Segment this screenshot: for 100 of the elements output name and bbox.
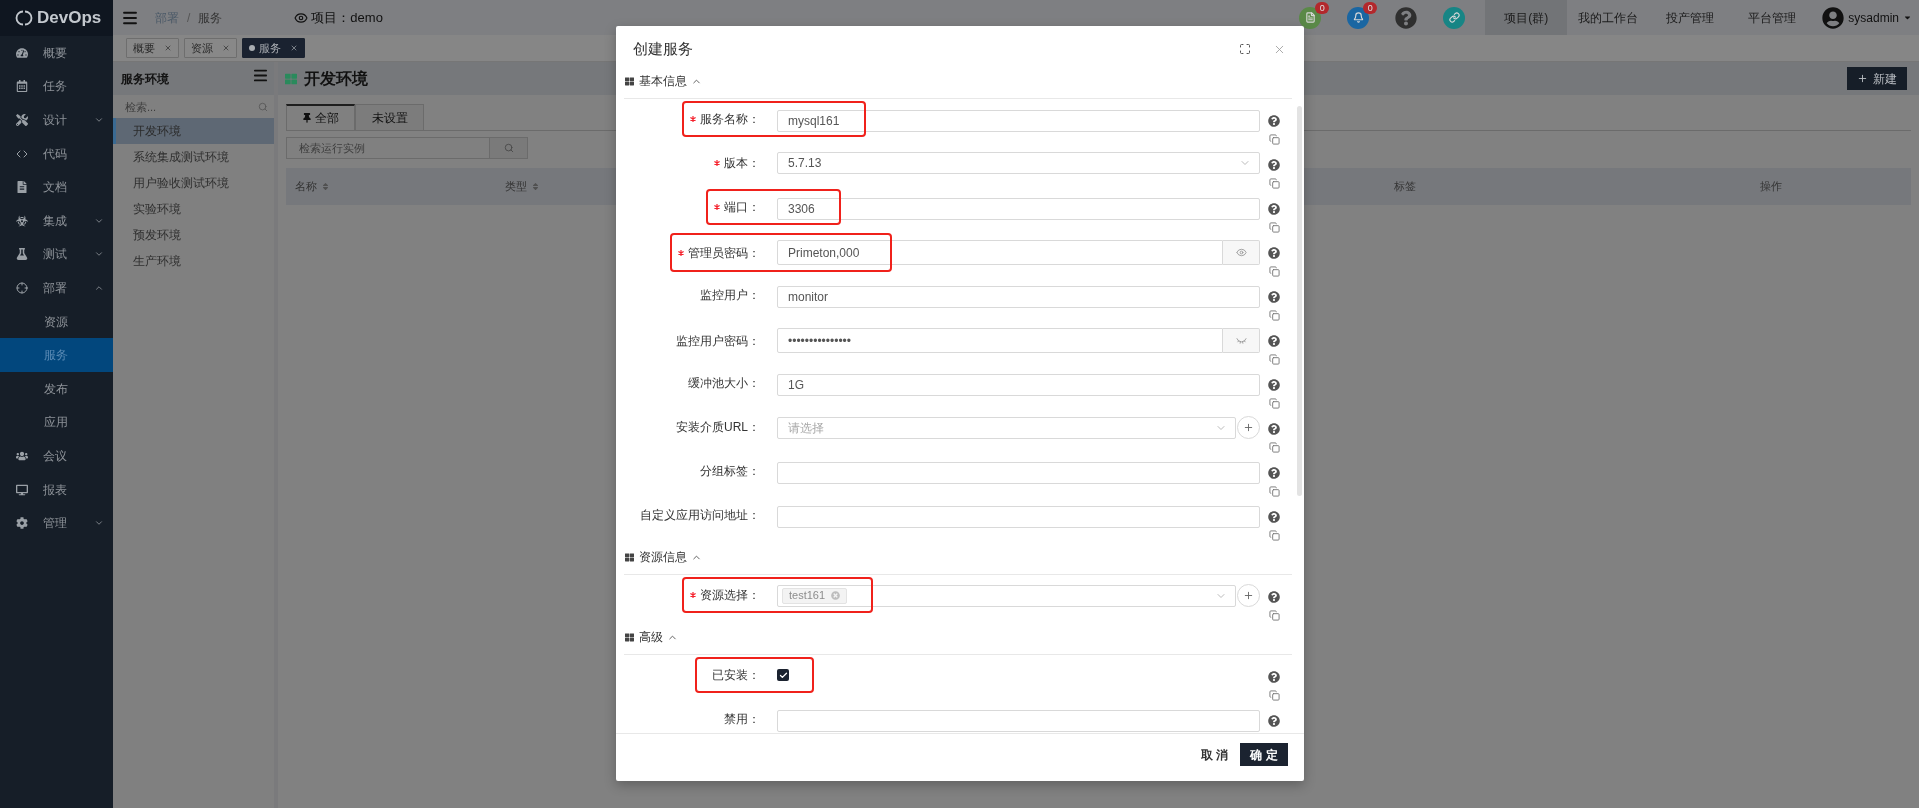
- link-icon[interactable]: [1443, 6, 1466, 29]
- column-header[interactable]: 类型: [505, 178, 540, 195]
- input-field[interactable]: [777, 710, 1260, 732]
- sidebar-item[interactable]: 集成: [0, 203, 113, 238]
- open-tab[interactable]: 服务: [242, 38, 305, 58]
- sidebar-item[interactable]: 报表: [0, 472, 113, 507]
- input-field[interactable]: monitor: [777, 286, 1260, 308]
- copy-icon[interactable]: [1268, 354, 1280, 365]
- open-tab[interactable]: 概要: [126, 38, 179, 58]
- search-field[interactable]: 检索...: [113, 95, 258, 118]
- help-icon[interactable]: [1268, 511, 1280, 523]
- checkbox[interactable]: [777, 669, 789, 681]
- open-tab[interactable]: 资源: [184, 38, 237, 58]
- breadcrumb-link[interactable]: 服务: [198, 8, 223, 27]
- content-tab[interactable]: 未设置: [355, 104, 424, 130]
- grid-icon: [625, 632, 634, 642]
- close-icon[interactable]: [290, 44, 298, 52]
- sidebar-item[interactable]: 会议: [0, 439, 113, 473]
- remove-icon[interactable]: [831, 591, 841, 600]
- tag-select-field[interactable]: test161: [777, 584, 1236, 607]
- sidebar-item[interactable]: 部署: [0, 271, 113, 305]
- sort-icon[interactable]: [531, 182, 540, 191]
- help-icon[interactable]: [1268, 715, 1280, 727]
- new-button[interactable]: 新建: [1847, 67, 1907, 90]
- copy-icon[interactable]: [1268, 310, 1280, 321]
- help-icon[interactable]: [1268, 291, 1280, 303]
- help-icon[interactable]: [1268, 671, 1280, 683]
- add-button[interactable]: [1237, 584, 1260, 607]
- select-field[interactable]: 5.7.13: [777, 152, 1260, 174]
- help-icon[interactable]: [1268, 591, 1280, 603]
- user-name[interactable]: sysadmin: [1848, 8, 1899, 27]
- avatar-icon[interactable]: [1822, 6, 1845, 29]
- help-icon[interactable]: [1268, 247, 1280, 259]
- password-field[interactable]: Primeton,000: [777, 240, 1223, 265]
- reveal-password-button[interactable]: [1223, 240, 1260, 265]
- help-icon[interactable]: [1268, 379, 1280, 391]
- column-header[interactable]: 名称: [295, 178, 330, 195]
- scrollbar-thumb[interactable]: [1297, 106, 1302, 496]
- field-label: 缓冲池大小：: [688, 375, 760, 392]
- sidebar-item[interactable]: 任务: [0, 69, 113, 104]
- input-field[interactable]: mysql161: [777, 110, 1260, 132]
- nav-tab[interactable]: 我的工作台: [1567, 0, 1650, 35]
- nav-tab[interactable]: 项目(群): [1485, 0, 1568, 35]
- sidebar-subitem[interactable]: 应用: [0, 405, 113, 440]
- notification-badge: 0: [1363, 1, 1378, 14]
- help-icon[interactable]: [1395, 6, 1418, 29]
- environment-item[interactable]: 用户验收测试环境: [113, 170, 274, 196]
- copy-icon[interactable]: [1268, 530, 1280, 541]
- document-icon[interactable]: [1299, 6, 1322, 29]
- grid-icon: [625, 76, 634, 86]
- cancel-button[interactable]: 取 消: [1200, 743, 1228, 766]
- sidebar-subitem[interactable]: 资源: [0, 304, 113, 339]
- input-field[interactable]: [777, 506, 1260, 528]
- nav-tab[interactable]: 投产管理: [1649, 0, 1732, 35]
- sidebar-item[interactable]: 管理: [0, 506, 113, 540]
- help-icon[interactable]: [1268, 115, 1280, 127]
- sidebar-item[interactable]: 代码: [0, 136, 113, 171]
- environment-item[interactable]: 实验环境: [113, 196, 274, 222]
- environment-item[interactable]: 预发环境: [113, 222, 274, 248]
- copy-icon[interactable]: [1268, 178, 1280, 189]
- fullscreen-icon[interactable]: [1239, 43, 1251, 55]
- bell-icon[interactable]: [1347, 6, 1370, 29]
- close-icon[interactable]: [164, 44, 172, 52]
- sort-icon[interactable]: [321, 182, 330, 191]
- menu-icon[interactable]: [252, 67, 269, 84]
- help-icon[interactable]: [1268, 467, 1280, 479]
- help-icon[interactable]: [1268, 335, 1280, 347]
- input-field[interactable]: 1G: [777, 374, 1260, 396]
- copy-icon[interactable]: [1268, 222, 1280, 233]
- environment-item[interactable]: 生产环境: [113, 248, 274, 274]
- copy-icon[interactable]: [1268, 486, 1280, 497]
- caret-icon[interactable]: [1903, 13, 1912, 22]
- help-icon[interactable]: [1268, 203, 1280, 215]
- copy-icon[interactable]: [1268, 398, 1280, 409]
- help-icon[interactable]: [1268, 423, 1280, 435]
- help-icon[interactable]: [1268, 159, 1280, 171]
- search-field[interactable]: 检索运行实例: [286, 137, 490, 159]
- content-tab[interactable]: 全部: [286, 104, 355, 130]
- sidebar-item[interactable]: 概要: [0, 36, 113, 70]
- copy-icon[interactable]: [1268, 266, 1280, 277]
- input-field[interactable]: [777, 462, 1260, 484]
- search-button[interactable]: [490, 137, 528, 159]
- copy-icon[interactable]: [1268, 442, 1280, 453]
- close-icon[interactable]: [222, 44, 230, 52]
- sidebar-item[interactable]: 测试: [0, 237, 113, 272]
- nav-tab[interactable]: 平台管理: [1731, 0, 1814, 35]
- sidebar-item[interactable]: 设计: [0, 103, 113, 137]
- sidebar-subitem[interactable]: 发布: [0, 371, 113, 406]
- section-title: 基本信息: [639, 73, 687, 90]
- search-icon[interactable]: [258, 101, 268, 112]
- confirm-button[interactable]: 确 定: [1240, 743, 1288, 766]
- input-field[interactable]: 3306: [777, 198, 1260, 220]
- copy-icon[interactable]: [1268, 610, 1280, 621]
- environment-item[interactable]: 系统集成测试环境: [113, 144, 274, 170]
- copy-icon[interactable]: [1268, 134, 1280, 145]
- password-field[interactable]: •••••••••••••••: [777, 328, 1223, 353]
- add-button[interactable]: [1237, 416, 1260, 439]
- chevron-down-icon[interactable]: [94, 115, 104, 125]
- copy-icon[interactable]: [1268, 690, 1280, 701]
- sidebar-item[interactable]: 文档: [0, 170, 113, 204]
